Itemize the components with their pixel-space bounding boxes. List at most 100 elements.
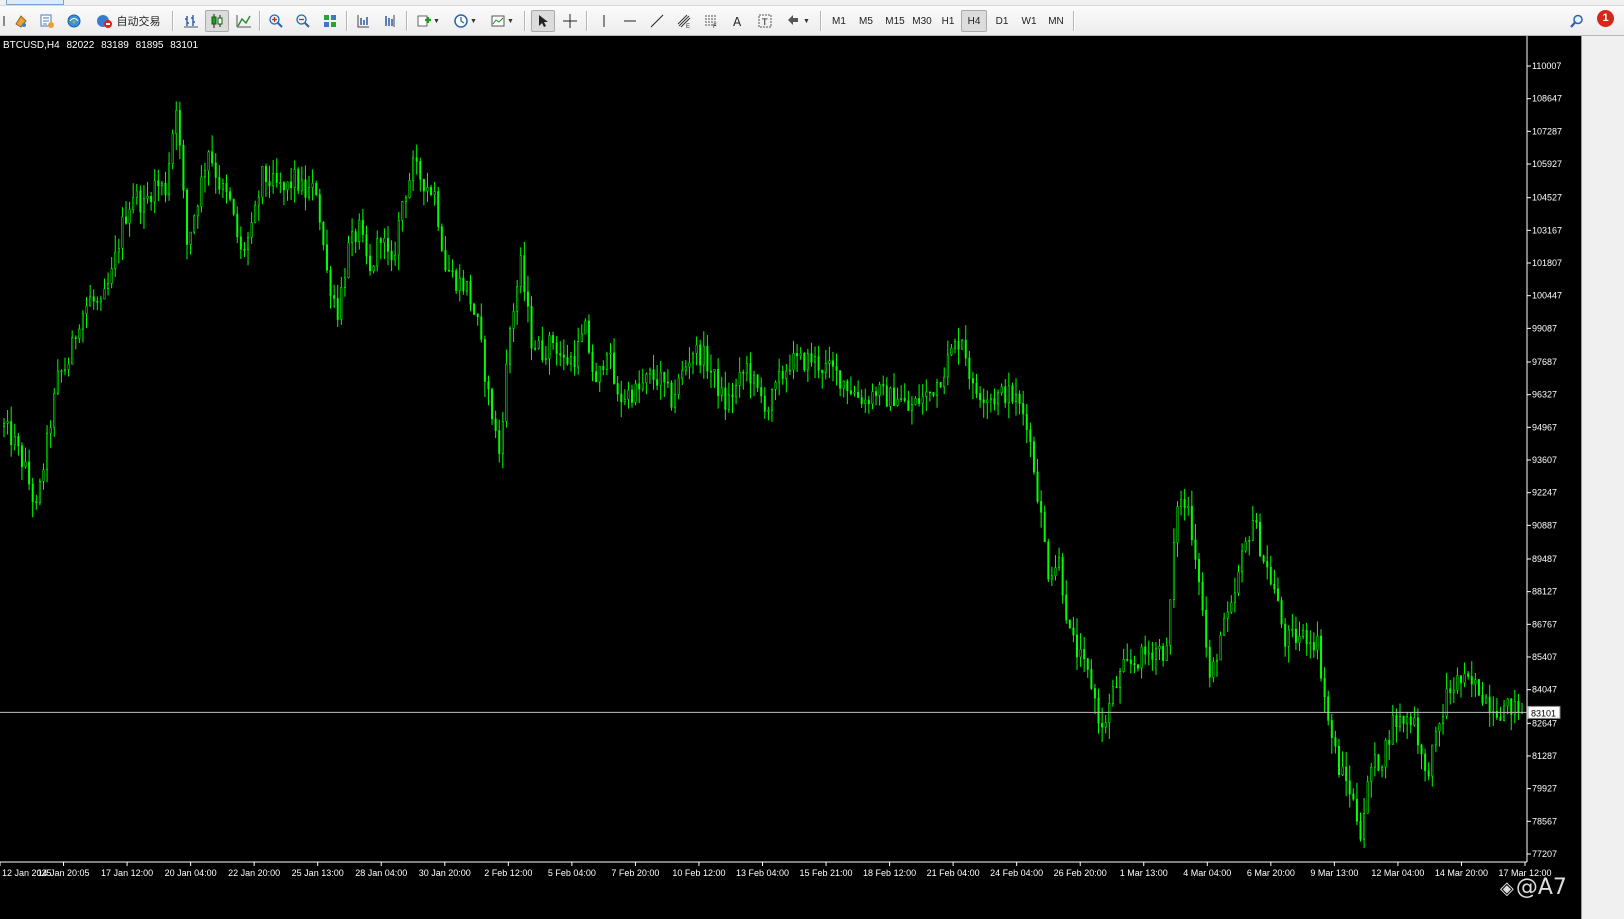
line-chart-icon[interactable]: [233, 10, 255, 32]
candle-body: [404, 197, 407, 202]
auto-trade-button[interactable]: 自动交易: [92, 10, 164, 32]
candle-body: [275, 172, 278, 183]
candle-body: [232, 198, 235, 215]
candle-body: [1266, 561, 1269, 568]
svg-text:E: E: [686, 24, 690, 29]
candle-body: [961, 339, 964, 350]
horizontal-line-icon[interactable]: [619, 10, 641, 32]
candle-body: [365, 234, 368, 257]
notification-badge[interactable]: 1: [1597, 10, 1614, 27]
periods-dropdown[interactable]: ▼: [449, 10, 481, 32]
time-tick-label: 10 Feb 12:00: [672, 868, 725, 878]
menu-item-file[interactable]: [6, 0, 64, 5]
candle-body: [1298, 636, 1301, 643]
candle-body: [243, 248, 246, 251]
candle-body: [178, 110, 181, 146]
price-chart[interactable]: 110007 108647 107287 105927 104527 103167 1018…: [0, 36, 1582, 919]
timeframe-h4-button[interactable]: H4: [961, 10, 987, 32]
candle-body: [343, 277, 346, 288]
timeframe-m15-button[interactable]: M15: [880, 10, 910, 32]
candle-body: [1086, 658, 1089, 670]
chart-shift-icon[interactable]: [379, 10, 401, 32]
candle-body: [821, 369, 824, 373]
tile-windows-icon[interactable]: [319, 10, 341, 32]
candle-body: [591, 352, 594, 372]
timeframe-mn-button[interactable]: MN: [1043, 10, 1069, 32]
candle-body: [325, 244, 328, 271]
timeframe-h1-button[interactable]: H1: [935, 10, 961, 32]
candle-body: [422, 178, 425, 192]
candle-body: [1327, 696, 1330, 721]
candle-body: [132, 197, 135, 210]
candle-body: [322, 221, 325, 246]
candle-body: [605, 353, 608, 370]
candle-body: [1316, 635, 1319, 651]
candlestick-chart-icon[interactable]: [205, 10, 229, 32]
timeframe-m1-button[interactable]: M1: [826, 10, 852, 32]
candle-body: [250, 222, 253, 238]
time-tick-label: 17 Jan 12:00: [101, 868, 153, 878]
new-order-icon[interactable]: [10, 10, 32, 32]
equidistant-channel-icon[interactable]: E: [673, 10, 695, 32]
fibonacci-icon[interactable]: F: [700, 10, 722, 32]
zoom-out-icon[interactable]: [292, 10, 314, 32]
candle-body: [645, 373, 648, 384]
candle-body: [1187, 505, 1190, 509]
chart-window[interactable]: 110007 108647 107287 105927 104527 103167 1018…: [0, 36, 1582, 919]
candle-body: [221, 183, 224, 190]
candle-body: [512, 310, 515, 329]
trend-line-icon[interactable]: [646, 10, 668, 32]
search-icon[interactable]: [1566, 10, 1588, 32]
timeframe-d1-button[interactable]: D1: [989, 10, 1015, 32]
candle-body: [964, 339, 967, 359]
text-label-icon[interactable]: T: [754, 10, 776, 32]
auto-scroll-icon[interactable]: [352, 10, 374, 32]
history-center-icon[interactable]: [36, 10, 58, 32]
candle-body: [760, 387, 763, 397]
candle-body: [1108, 703, 1111, 723]
candle-body: [1269, 566, 1272, 585]
candle-body: [817, 356, 820, 371]
candle-body: [738, 372, 741, 386]
bar-chart-icon[interactable]: [180, 10, 202, 32]
indicators-dropdown[interactable]: ▼: [412, 10, 444, 32]
text-tool-icon[interactable]: A: [727, 10, 749, 32]
arrows-dropdown[interactable]: ▼: [781, 10, 815, 32]
candle-body: [1352, 793, 1355, 800]
candle-body: [1083, 649, 1086, 660]
vertical-line-icon[interactable]: [593, 10, 615, 32]
candle-body: [1115, 686, 1118, 688]
crosshair-icon[interactable]: [559, 10, 581, 32]
timeframe-w1-button[interactable]: W1: [1016, 10, 1042, 32]
candle-body: [781, 371, 784, 379]
candle-body: [1456, 675, 1459, 691]
candle-body: [351, 231, 354, 244]
timeframe-m30-button[interactable]: M30: [907, 10, 937, 32]
candle-body: [537, 340, 540, 349]
cursor-icon[interactable]: [531, 10, 555, 32]
candle-body: [67, 363, 70, 370]
candle-body: [372, 265, 375, 272]
market-signals-icon[interactable]: [63, 10, 85, 32]
toolbar-separator: [820, 11, 822, 31]
candle-body: [1158, 645, 1161, 650]
candle-body: [383, 237, 386, 243]
candle-body: [160, 182, 163, 187]
candle-body: [433, 191, 436, 195]
price-tick-label: 101807: [1532, 258, 1562, 268]
candle-body: [304, 179, 307, 198]
zoom-in-icon[interactable]: [265, 10, 287, 32]
candle-body: [476, 314, 479, 318]
candle-body: [1276, 588, 1279, 601]
candle-body: [1388, 739, 1391, 745]
candle-body: [753, 374, 756, 384]
candle-body: [462, 277, 465, 292]
price-tick-label: 107287: [1532, 126, 1562, 136]
candle-body: [674, 394, 677, 408]
candle-body: [264, 166, 267, 183]
candle-body: [666, 381, 669, 384]
candle-body: [125, 216, 128, 224]
templates-dropdown[interactable]: ▼: [486, 10, 518, 32]
timeframe-m5-button[interactable]: M5: [853, 10, 879, 32]
candle-body: [340, 287, 343, 320]
